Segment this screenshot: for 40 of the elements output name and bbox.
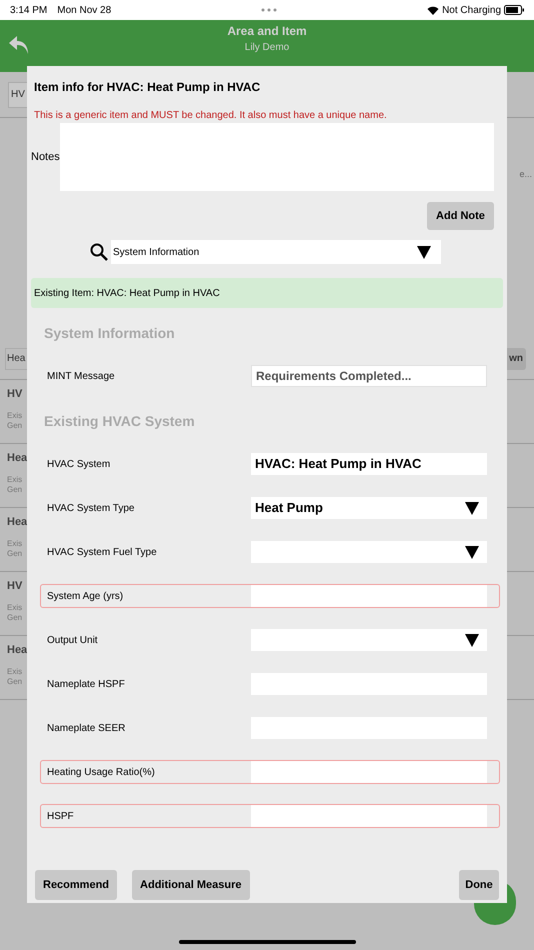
field-label: HVAC System Type bbox=[47, 502, 134, 516]
field-label: Heating Usage Ratio(%) bbox=[47, 766, 155, 780]
dialog-title: Item info for HVAC: Heat Pump in HVAC bbox=[34, 79, 262, 96]
field-label: HSPF bbox=[47, 810, 74, 824]
item-title: HV bbox=[7, 579, 22, 594]
item-detail: Exis bbox=[7, 474, 22, 484]
item-title: Hea bbox=[7, 515, 28, 530]
dropdown-value: System Information bbox=[113, 246, 200, 260]
item-detail: Exis bbox=[7, 666, 22, 676]
charging-status: Not Charging bbox=[442, 4, 501, 18]
item-title: Hea bbox=[7, 643, 28, 658]
item-title: HV bbox=[7, 387, 22, 402]
dropdown-value: Heat Pump bbox=[255, 499, 323, 518]
header-title: Area and Item bbox=[227, 23, 307, 40]
item-detail: Gen bbox=[7, 420, 22, 430]
item-detail: Gen bbox=[7, 676, 22, 686]
field-label: Nameplate HSPF bbox=[47, 678, 125, 692]
field-label: Nameplate SEER bbox=[47, 722, 126, 736]
item-detail: Gen bbox=[7, 548, 22, 558]
existing-item-banner: Existing Item: HVAC: Heat Pump in HVAC bbox=[31, 278, 503, 308]
item-detail: Exis bbox=[7, 538, 22, 548]
section-heading: Existing HVAC System bbox=[44, 412, 195, 431]
status-time: 3:14 PM bbox=[10, 4, 48, 18]
warning-text: This is a generic item and MUST be changed. It also must have a unique name. bbox=[34, 109, 388, 123]
field-label: MINT Message bbox=[47, 370, 115, 384]
status-date: Mon Nov 28 bbox=[57, 4, 112, 18]
item-label: e... bbox=[519, 168, 532, 181]
section-heading: System Information bbox=[44, 324, 175, 343]
field-label: HVAC System bbox=[47, 458, 110, 472]
item-detail: Gen bbox=[7, 612, 22, 622]
header-subtitle: Lily Demo bbox=[244, 41, 290, 55]
field-label: HVAC System Fuel Type bbox=[47, 546, 157, 560]
item-detail: Exis bbox=[7, 602, 22, 612]
field-label: Output Unit bbox=[47, 634, 98, 648]
notes-label: Notes bbox=[31, 150, 60, 165]
field-label: System Age (yrs) bbox=[47, 590, 124, 604]
item-title: Hea bbox=[7, 451, 28, 466]
item-detail: Gen bbox=[7, 484, 22, 494]
readonly-field: Requirements Completed... bbox=[251, 365, 487, 387]
item-detail: Exis bbox=[7, 410, 22, 420]
